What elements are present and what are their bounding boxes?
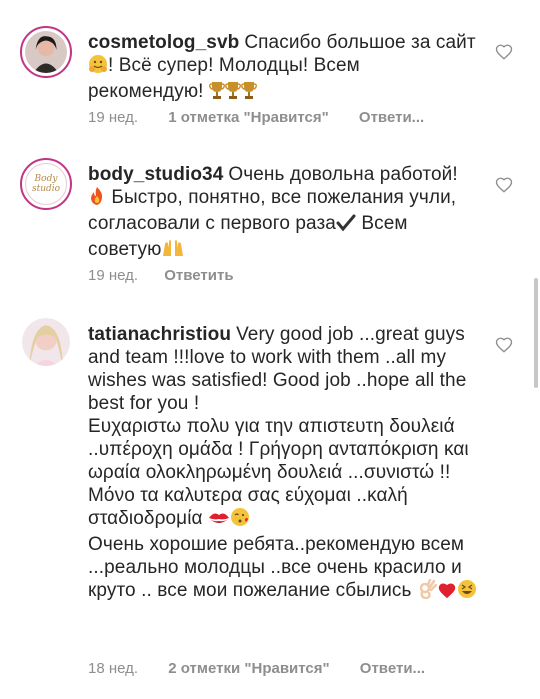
heart-icon[interactable]	[495, 176, 513, 194]
comment-meta: 18 нед. 2 отметки "Нравится" Ответи...	[88, 660, 425, 677]
comment-likes-count[interactable]: 2 отметки "Нравится"	[168, 660, 329, 677]
ok-hand-icon	[417, 578, 438, 605]
studio-logo-text: Body studio	[31, 174, 61, 194]
comment-text: Ευχαριστω πολυ για την απιστευτη δουλειά…	[88, 416, 469, 483]
comment-body: cosmetolog_svb Спасибо большое за сайт! В…	[88, 31, 480, 106]
comment-text: Очень хорошие ребята..рекомендую всем ..…	[88, 534, 465, 601]
check-mark-icon	[336, 214, 356, 238]
avatar-logo: Body studio	[25, 163, 67, 205]
face-blowing-kiss-icon	[230, 507, 250, 533]
comment-username[interactable]: cosmetolog_svb	[88, 32, 239, 53]
avatar[interactable]	[20, 26, 72, 78]
comment-time: 19 нед.	[88, 109, 139, 126]
heart-icon[interactable]	[495, 43, 513, 61]
comment-meta: 19 нед. Ответить	[88, 267, 234, 284]
trophy-icon	[225, 80, 241, 106]
hugging-face-icon	[88, 54, 108, 80]
comment-body: tatianachristiou Very good job ...great g…	[88, 323, 480, 605]
comment-text: Спасибо большое за сайт	[244, 32, 476, 53]
comment-likes-count[interactable]: 1 отметка "Нравится"	[168, 109, 329, 126]
heart-icon[interactable]	[495, 336, 513, 354]
comment-username[interactable]: tatianachristiou	[88, 324, 231, 345]
reply-button[interactable]: Ответи...	[360, 660, 425, 677]
scrollbar-thumb[interactable]	[534, 278, 538, 388]
reply-button[interactable]: Ответить	[164, 267, 233, 284]
avatar[interactable]	[22, 318, 70, 366]
comment-username[interactable]: body_studio34	[88, 164, 223, 185]
comment-meta: 19 нед. 1 отметка "Нравится" Ответи...	[88, 109, 424, 126]
comment-time: 18 нед.	[88, 660, 139, 677]
red-heart-icon	[437, 581, 457, 605]
trophy-icon	[241, 80, 257, 106]
raised-hands-icon	[161, 238, 185, 264]
reply-button[interactable]: Ответи...	[359, 109, 424, 126]
kiss-mark-icon	[208, 509, 230, 533]
avatar-photo	[25, 31, 67, 73]
comment-time: 19 нед.	[88, 267, 139, 284]
comment-text: Очень довольна работой!	[228, 164, 458, 185]
fire-icon	[88, 186, 106, 212]
trophy-icon	[209, 80, 225, 106]
grinning-squinting-face-icon	[457, 579, 477, 605]
comment-body: body_studio34 Очень довольна работой! Быс…	[88, 163, 480, 264]
avatar-photo	[22, 318, 70, 366]
avatar[interactable]: Body studio	[20, 158, 72, 210]
